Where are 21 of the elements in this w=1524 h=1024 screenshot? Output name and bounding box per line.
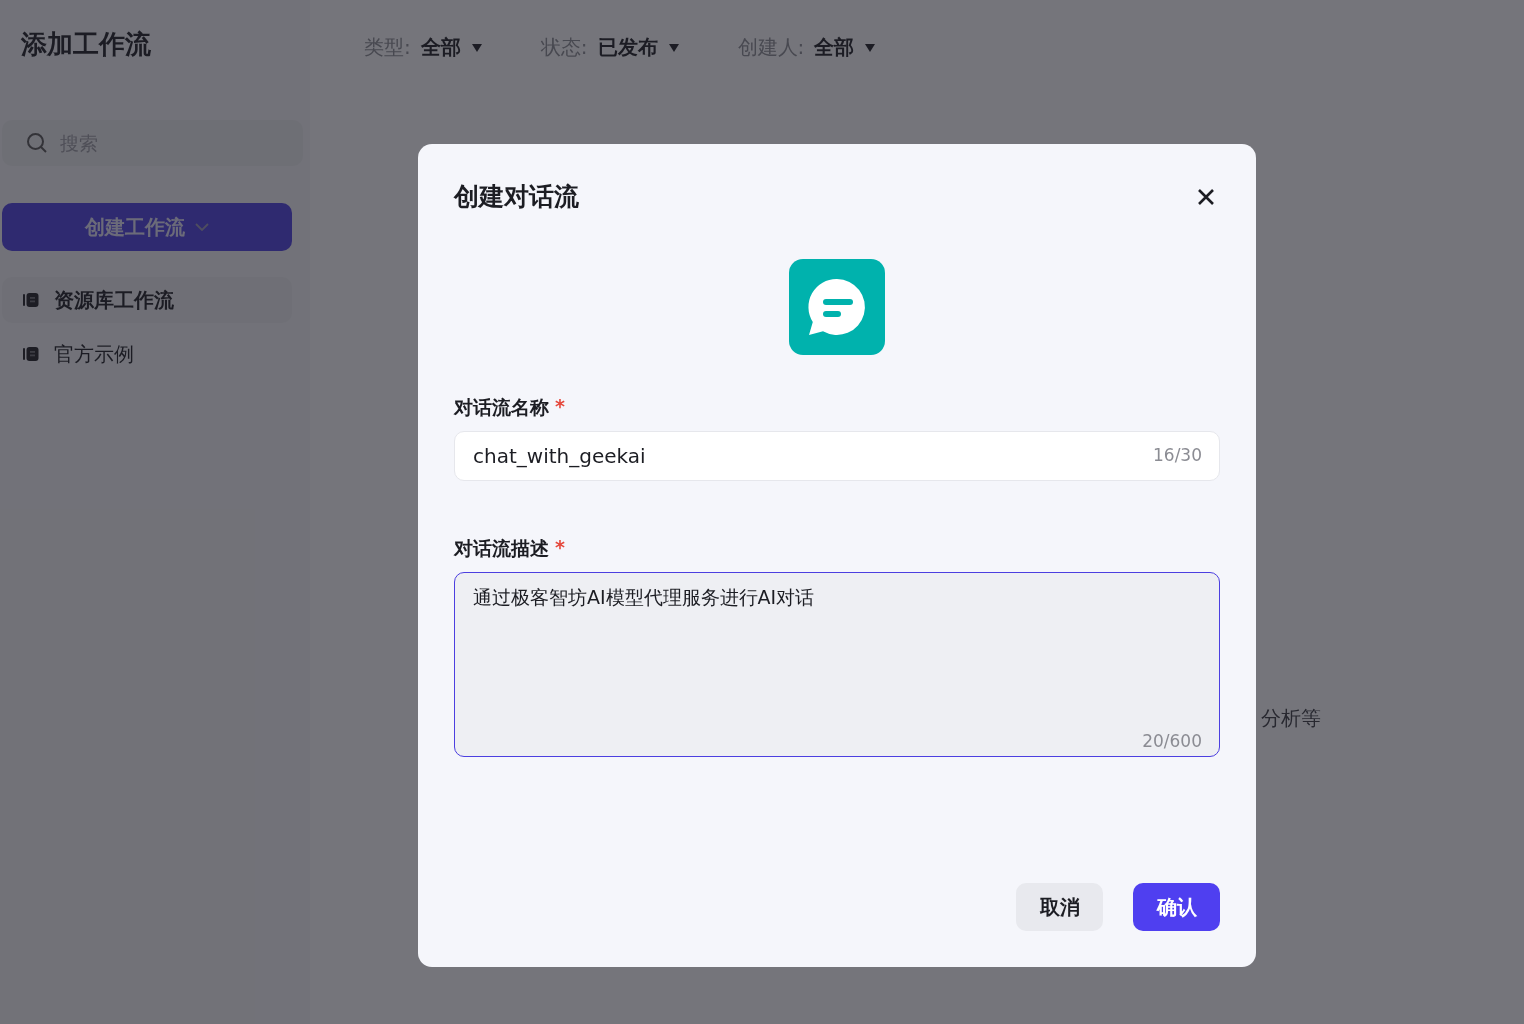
sidebar-item[interactable]: 官方示例 [2, 331, 292, 377]
dropdown-arrow-icon [470, 42, 483, 53]
chevron-down-icon [195, 223, 209, 231]
background-text: 分析等 [1261, 705, 1322, 732]
character-counter: 20/600 [1142, 731, 1202, 751]
document-icon [22, 345, 40, 363]
confirm-button[interactable]: 确认 [1133, 883, 1220, 931]
character-counter: 16/30 [1153, 445, 1202, 465]
dropdown-arrow-icon [864, 42, 877, 53]
field-label: 对话流名称 [454, 395, 549, 420]
create-workflow-button[interactable]: 创建工作流 [2, 203, 292, 251]
dropdown-arrow-icon [667, 42, 680, 53]
cancel-button[interactable]: 取消 [1016, 883, 1103, 931]
chat-bubble-icon [789, 259, 885, 355]
required-mark: * [555, 536, 565, 560]
field-label: 对话流描述 [454, 536, 549, 561]
search-icon [26, 132, 48, 154]
sidebar-title: 添加工作流 [21, 28, 152, 61]
dialog-title: 创建对话流 [454, 181, 579, 213]
document-icon [22, 291, 40, 309]
required-mark: * [555, 395, 565, 419]
